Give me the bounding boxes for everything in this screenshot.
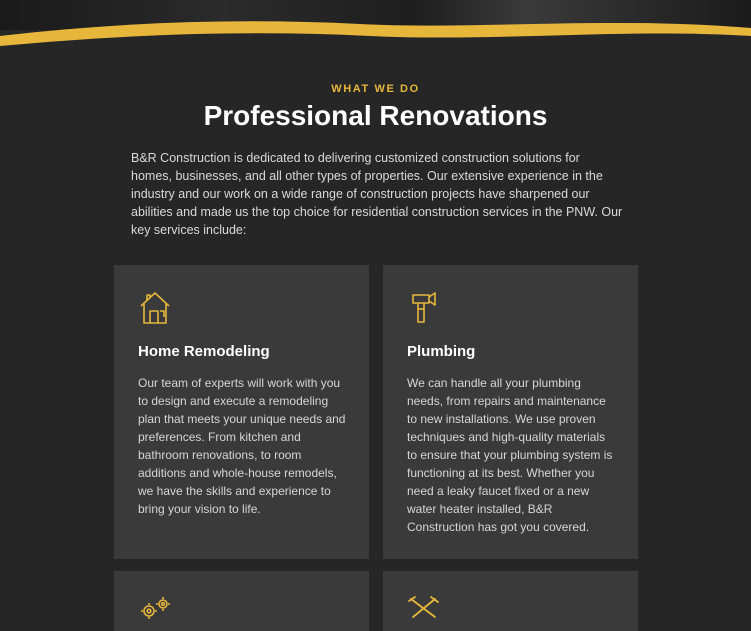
house-plan-icon: [140, 292, 170, 324]
wave-divider: [0, 21, 751, 54]
crossed-tools-icon: [408, 596, 439, 618]
service-title: Plumbing: [407, 343, 476, 360]
section-intro: B&R Construction is dedicated to deliver…: [131, 151, 623, 237]
service-title: Home Remodeling: [138, 343, 270, 360]
service-card-4: [383, 571, 638, 631]
service-card-plumbing: Plumbing We can handle all your plumbing…: [383, 265, 638, 559]
service-description: Our team of experts will work with you t…: [138, 376, 346, 516]
section-eyebrow: WHAT WE DO: [331, 83, 420, 95]
service-card-home-remodeling: Home Remodeling Our team of experts will…: [114, 265, 369, 559]
hammer-icon: [412, 292, 436, 323]
service-card-3: [114, 571, 369, 631]
section-title: Professional Renovations: [203, 100, 548, 131]
gears-icon: [141, 597, 170, 619]
service-description: We can handle all your plumbing needs, f…: [407, 376, 613, 534]
